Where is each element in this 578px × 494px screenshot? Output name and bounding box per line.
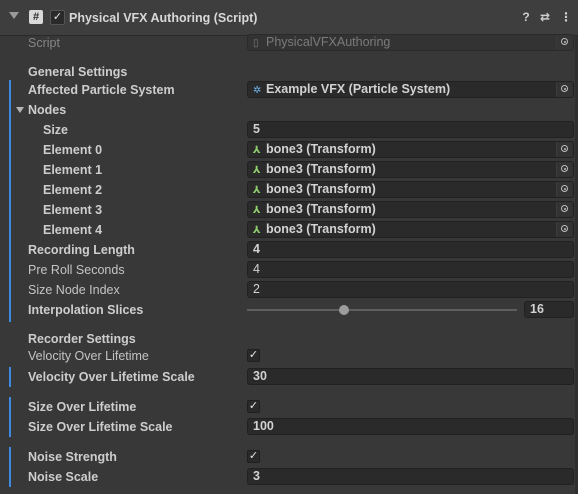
interpolation-slices-label: Interpolation Slices xyxy=(28,303,144,317)
interpolation-slices-field[interactable]: 16 xyxy=(524,301,574,318)
transform-icon: ⅄ xyxy=(253,145,261,156)
object-picker-icon xyxy=(561,145,568,152)
size-node-index-field[interactable]: 2 xyxy=(247,281,574,298)
object-picker-button[interactable] xyxy=(556,182,573,197)
size-node-index-row: Size Node Index 2 xyxy=(0,280,578,300)
size-over-lifetime-label: Size Over Lifetime xyxy=(28,400,137,414)
object-picker-icon xyxy=(561,225,568,232)
pre-roll-seconds-label: Pre Roll Seconds xyxy=(28,263,125,277)
component-title[interactable]: Physical VFX Authoring (Script) xyxy=(69,11,257,25)
script-label: Script xyxy=(28,36,60,50)
element-field[interactable]: ⅄ bone3 (Transform) xyxy=(247,201,574,218)
recording-length-row: Recording Length 4 xyxy=(0,240,578,260)
object-picker-button[interactable] xyxy=(556,162,573,177)
particle-system-icon: ✲ xyxy=(253,85,262,96)
transform-icon: ⅄ xyxy=(253,205,261,216)
component-header: # ✓ Physical VFX Authoring (Script) ? ⇄ … xyxy=(0,0,578,36)
element-value: bone3 (Transform) xyxy=(266,142,376,156)
object-picker-button[interactable] xyxy=(556,222,573,237)
element-label: Element 4 xyxy=(43,223,103,237)
size-over-lifetime-row: Size Over Lifetime ✓ xyxy=(0,397,578,417)
noise-strength-row: Noise Strength ✓ xyxy=(0,447,578,467)
recording-length-label: Recording Length xyxy=(28,243,135,257)
velocity-over-lifetime-scale-field[interactable]: 30 xyxy=(247,368,574,385)
more-menu-icon[interactable]: ⋮ xyxy=(559,10,573,24)
velocity-over-lifetime-checkbox[interactable]: ✓ xyxy=(247,349,260,362)
element-field[interactable]: ⅄ bone3 (Transform) xyxy=(247,141,574,158)
component-enable-toggle[interactable]: ✓ xyxy=(50,10,65,25)
affected-particle-system-field[interactable]: ✲ Example VFX (Particle System) xyxy=(247,81,574,98)
transform-icon: ⅄ xyxy=(253,185,261,196)
script-file-icon: ▯ xyxy=(253,38,259,49)
object-picker-button[interactable] xyxy=(556,202,573,217)
general-settings-header: General Settings xyxy=(0,62,578,82)
element-row: Element 1 ⅄ bone3 (Transform) xyxy=(0,160,578,180)
element-label: Element 1 xyxy=(43,163,103,177)
nodes-label[interactable]: Nodes xyxy=(28,100,66,120)
velocity-over-lifetime-label: Velocity Over Lifetime xyxy=(28,349,149,363)
interpolation-slices-slider-thumb[interactable] xyxy=(339,305,350,315)
object-picker-icon xyxy=(561,38,568,45)
element-label: Element 3 xyxy=(43,203,103,217)
preset-icon[interactable]: ⇄ xyxy=(538,10,552,24)
size-node-index-label: Size Node Index xyxy=(28,283,120,297)
object-picker-icon xyxy=(561,205,568,212)
script-icon: # xyxy=(29,10,43,24)
noise-strength-label: Noise Strength xyxy=(28,450,117,464)
element-field[interactable]: ⅄ bone3 (Transform) xyxy=(247,161,574,178)
element-field[interactable]: ⅄ bone3 (Transform) xyxy=(247,181,574,198)
element-value: bone3 (Transform) xyxy=(266,202,376,216)
noise-scale-field[interactable]: 3 xyxy=(247,468,574,485)
affected-particle-system-row: Affected Particle System ✲ Example VFX (P… xyxy=(0,80,578,100)
affected-particle-system-label: Affected Particle System xyxy=(28,83,175,97)
element-label: Element 2 xyxy=(43,183,103,197)
element-value: bone3 (Transform) xyxy=(266,182,376,196)
nodes-size-row: Size 5 xyxy=(0,120,578,140)
size-over-lifetime-checkbox[interactable]: ✓ xyxy=(247,400,260,413)
object-picker-button xyxy=(556,35,573,50)
element-row: Element 4 ⅄ bone3 (Transform) xyxy=(0,220,578,240)
size-over-lifetime-scale-label: Size Over Lifetime Scale xyxy=(28,420,173,434)
noise-scale-label: Noise Scale xyxy=(28,470,99,484)
element-value: bone3 (Transform) xyxy=(266,222,376,236)
interpolation-slices-slider-track[interactable] xyxy=(247,309,517,311)
element-row: Element 0 ⅄ bone3 (Transform) xyxy=(0,140,578,160)
transform-icon: ⅄ xyxy=(253,225,261,236)
element-field[interactable]: ⅄ bone3 (Transform) xyxy=(247,221,574,238)
nodes-foldout[interactable]: Nodes xyxy=(0,100,578,120)
element-row: Element 2 ⅄ bone3 (Transform) xyxy=(0,180,578,200)
velocity-over-lifetime-row: Velocity Over Lifetime ✓ xyxy=(0,346,578,366)
size-over-lifetime-scale-row: Size Over Lifetime Scale 100 xyxy=(0,417,578,437)
element-value: bone3 (Transform) xyxy=(266,162,376,176)
section-heading: General Settings xyxy=(28,65,128,79)
foldout-arrow-icon[interactable] xyxy=(9,12,19,19)
element-row: Element 3 ⅄ bone3 (Transform) xyxy=(0,200,578,220)
script-row: Script ▯ PhysicalVFXAuthoring xyxy=(0,33,578,53)
affected-particle-system-value: Example VFX (Particle System) xyxy=(266,82,451,96)
interpolation-slices-row: Interpolation Slices 16 xyxy=(0,300,578,320)
velocity-over-lifetime-scale-label: Velocity Over Lifetime Scale xyxy=(28,370,195,384)
noise-strength-checkbox[interactable]: ✓ xyxy=(247,450,260,463)
script-value: PhysicalVFXAuthoring xyxy=(266,35,391,49)
nodes-size-label: Size xyxy=(43,123,69,137)
object-picker-icon xyxy=(561,185,568,192)
velocity-over-lifetime-scale-row: Velocity Over Lifetime Scale 30 xyxy=(0,367,578,387)
noise-scale-row: Noise Scale 3 xyxy=(0,467,578,487)
pre-roll-seconds-row: Pre Roll Seconds 4 xyxy=(0,260,578,280)
pre-roll-seconds-field[interactable]: 4 xyxy=(247,261,574,278)
help-icon[interactable]: ? xyxy=(519,10,533,24)
foldout-arrow-icon[interactable] xyxy=(16,107,24,113)
element-label: Element 0 xyxy=(43,143,103,157)
transform-icon: ⅄ xyxy=(253,165,261,176)
object-picker-icon xyxy=(561,165,568,172)
object-picker-icon xyxy=(561,85,568,92)
object-picker-button[interactable] xyxy=(556,82,573,97)
size-over-lifetime-scale-field[interactable]: 100 xyxy=(247,418,574,435)
nodes-size-field[interactable]: 5 xyxy=(247,121,574,138)
recording-length-field[interactable]: 4 xyxy=(247,241,574,258)
script-field: ▯ PhysicalVFXAuthoring xyxy=(247,34,574,51)
object-picker-button[interactable] xyxy=(556,142,573,157)
